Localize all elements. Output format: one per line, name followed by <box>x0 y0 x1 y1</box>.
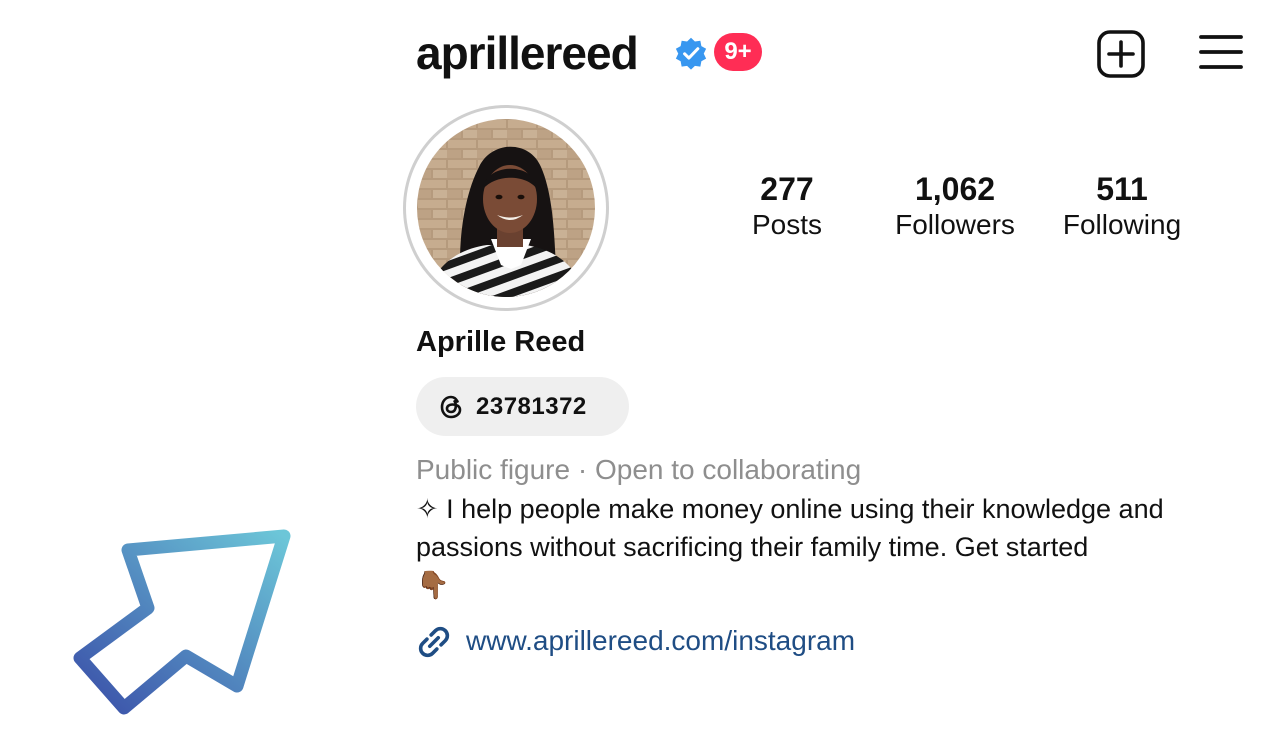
stat-value: 277 <box>760 171 814 207</box>
stat-label: Posts <box>751 209 823 240</box>
stat-value: 511 <box>1096 171 1148 207</box>
verified-badge-icon <box>675 37 707 70</box>
link-icon <box>418 626 450 658</box>
plus-square-icon[interactable] <box>1096 29 1146 79</box>
arrow-up-right-icon <box>73 529 291 715</box>
threads-icon <box>440 395 462 418</box>
profile-website-link[interactable]: www.aprillereed.com/instagram <box>466 623 855 659</box>
hamburger-menu-icon[interactable] <box>1198 32 1244 72</box>
stat-label: Following <box>1062 209 1182 240</box>
profile-photo <box>417 119 595 297</box>
stat-value: 1,062 <box>914 171 996 207</box>
bio-emoji: 👇🏾 <box>416 570 450 600</box>
notification-badge[interactable]: 9+ <box>714 33 762 71</box>
stat-following[interactable]: 511 Following <box>1042 170 1202 242</box>
profile-bio: ✧ I help people make money online using … <box>416 490 1261 604</box>
avatar[interactable] <box>417 119 595 297</box>
threads-badge-button[interactable]: 23781372 <box>416 377 629 436</box>
stat-label: Followers <box>895 209 1015 240</box>
stat-followers[interactable]: 1,062 Followers <box>875 170 1035 242</box>
profile-full-name: Aprille Reed <box>416 326 586 358</box>
profile-username[interactable]: aprillereed <box>416 24 639 82</box>
stat-posts[interactable]: 277 Posts <box>707 170 867 242</box>
threads-id-label: 23781372 <box>476 392 587 420</box>
profile-category: Public figure · Open to collaborating <box>416 454 862 485</box>
bio-text: ✧ I help people make money online using … <box>416 494 1164 562</box>
